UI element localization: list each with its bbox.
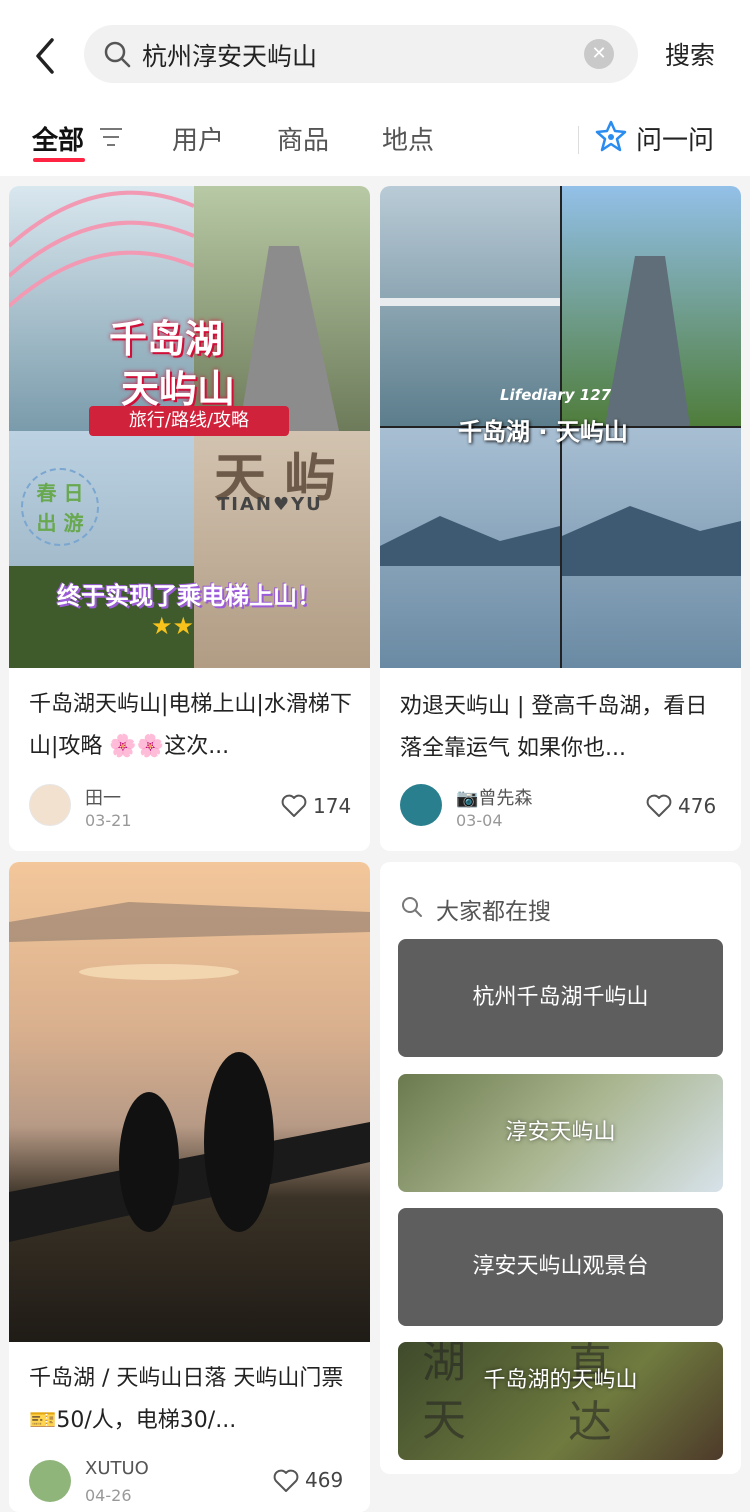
post-title[interactable]: 劝退天屿山 | 登高千岛湖，看日落全靠运气 如果你也... — [400, 686, 727, 770]
star-rating: ★★ — [151, 612, 195, 640]
ask-button[interactable]: 问一问 — [636, 120, 714, 157]
tab-products[interactable]: 商品 — [277, 120, 329, 157]
tab-users[interactable]: 用户 — [172, 120, 224, 157]
post-date: 04-26 — [85, 1486, 132, 1505]
image-sign-sub: TIAN♥YU — [217, 494, 323, 515]
post-card[interactable]: Lifediary 127 千岛湖 · 天屿山 劝退天屿山 | 登高千岛湖，看日… — [380, 186, 741, 851]
top-bar: 杭州淳安天屿山 ✕ 搜索 — [0, 0, 750, 110]
author-avatar[interactable] — [29, 1460, 71, 1502]
suggestion-item[interactable]: 淳安天屿山 — [398, 1074, 723, 1192]
heart-icon[interactable] — [281, 794, 307, 818]
tab-all[interactable]: 全部 — [32, 120, 84, 157]
tab-bar: 全部 用户 商品 地点 问一问 — [0, 110, 750, 176]
search-input[interactable]: 杭州淳安天屿山 — [142, 37, 317, 73]
image-caption: 终于实现了乘电梯上山！ — [57, 582, 321, 610]
spring-badge: 春 日 出 游 — [21, 468, 99, 546]
image-title-line2: 天屿山 — [121, 367, 236, 411]
suggestion-item[interactable]: 湖 直 天 达 千岛湖的天屿山 — [398, 1342, 723, 1460]
image-subtitle: Lifediary 127 — [500, 386, 612, 404]
tab-divider — [578, 126, 579, 154]
post-image[interactable] — [9, 862, 370, 1342]
search-bar[interactable]: 杭州淳安天屿山 ✕ — [84, 25, 638, 83]
author-name[interactable]: 田一 — [85, 784, 121, 810]
like-count: 174 — [313, 794, 352, 818]
heart-icon[interactable] — [273, 1469, 299, 1493]
clear-icon[interactable]: ✕ — [584, 39, 614, 69]
active-tab-indicator — [33, 158, 85, 162]
image-title-line1: 千岛湖 — [109, 317, 224, 361]
like-count: 469 — [305, 1468, 344, 1492]
suggestion-label: 淳安天屿山 — [505, 1120, 616, 1145]
suggestion-label: 杭州千岛湖千屿山 — [472, 985, 649, 1010]
suggestion-label: 千岛湖的天屿山 — [483, 1368, 638, 1393]
like-count: 476 — [678, 794, 717, 818]
related-searches-heading: 大家都在搜 — [436, 899, 551, 925]
search-button[interactable]: 搜索 — [665, 36, 715, 72]
post-title[interactable]: 千岛湖 / 天屿山日落 天屿山门票🎫50/人，电梯30/... — [29, 1358, 356, 1442]
ask-star-icon[interactable] — [595, 120, 627, 152]
back-arrow-icon[interactable] — [30, 36, 60, 76]
suggestion-item[interactable]: 淳安天屿山观景台 — [398, 1208, 723, 1326]
suggestion-bg-char: 天 — [422, 1395, 466, 1446]
suggestion-item[interactable]: 杭州千岛湖千屿山 — [398, 939, 723, 1057]
tab-places[interactable]: 地点 — [382, 120, 434, 157]
filter-icon[interactable] — [98, 126, 124, 148]
search-icon — [402, 897, 422, 917]
heart-icon[interactable] — [646, 794, 672, 818]
post-card[interactable]: 千岛湖 / 天屿山日落 天屿山门票🎫50/人，电梯30/... XUTUO 04… — [9, 862, 370, 1512]
author-avatar[interactable] — [29, 784, 71, 826]
suggestion-label: 淳安天屿山观景台 — [472, 1254, 649, 1279]
author-name[interactable]: 📷曾先森 — [456, 784, 532, 810]
spring-badge-line2: 出 游 — [36, 511, 84, 535]
related-searches: 大家都在搜 杭州千岛湖千屿山 淳安天屿山 淳安天屿山观景台 湖 直 天 达 千岛… — [380, 862, 741, 1474]
post-date: 03-21 — [85, 811, 132, 830]
post-card[interactable]: 千岛湖 天屿山 旅行/路线/攻略 天 屿 TIAN♥YU 春 日 出 游 终于实… — [9, 186, 370, 851]
author-name[interactable]: XUTUO — [85, 1458, 149, 1479]
spring-badge-line1: 春 日 — [36, 481, 84, 505]
image-tag: 旅行/路线/攻略 — [89, 406, 289, 436]
post-title[interactable]: 千岛湖天屿山|电梯上山|水滑梯下山|攻略 🌸🌸这次... — [29, 684, 356, 768]
author-avatar[interactable] — [400, 784, 442, 826]
post-date: 03-04 — [456, 811, 503, 830]
search-icon — [104, 41, 131, 68]
image-title: 千岛湖 · 天屿山 — [458, 418, 628, 446]
